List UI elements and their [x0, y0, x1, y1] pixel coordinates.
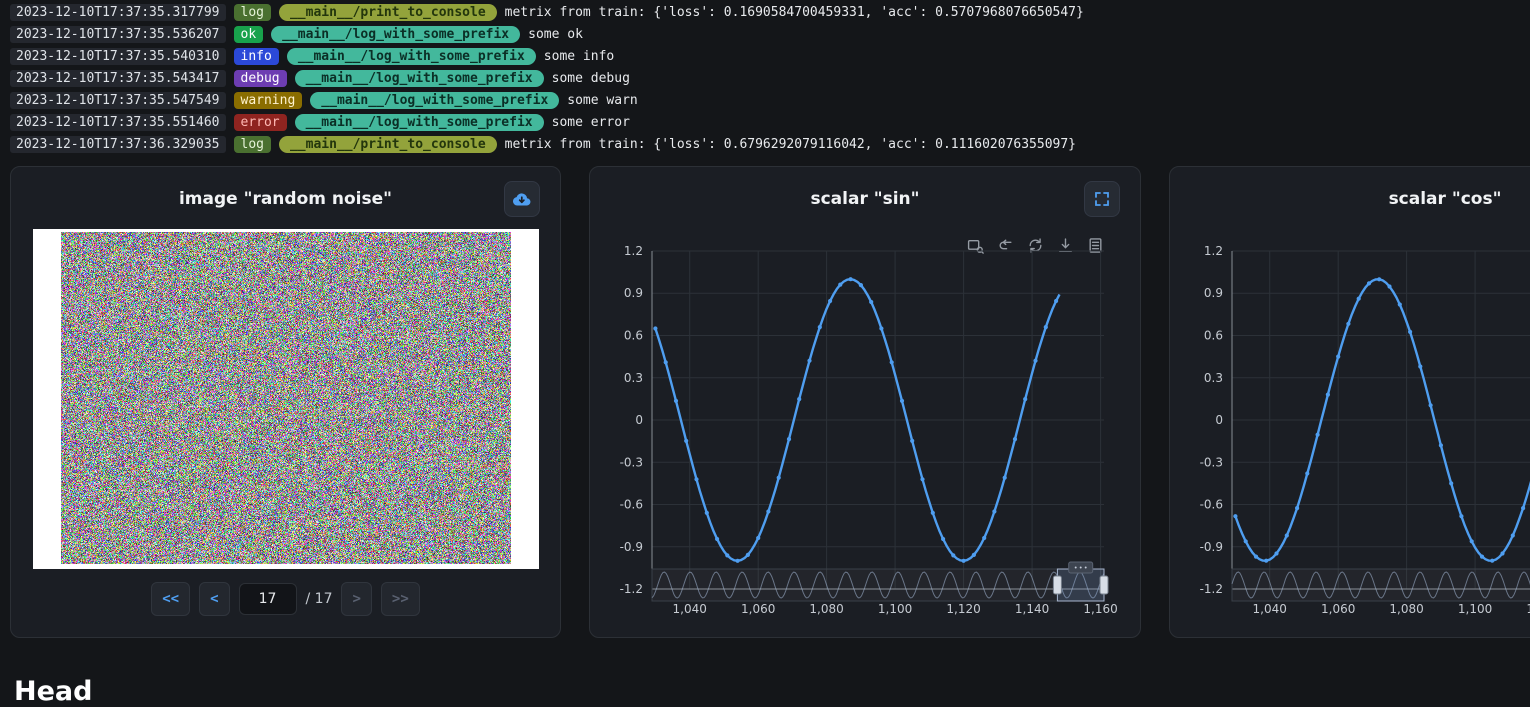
log-message: metrix from train: {'loss': 0.1690584700… — [505, 5, 1084, 20]
log-message: some info — [544, 49, 614, 64]
log-row: 2023-12-10T17:37:35.543417 debug __main_… — [10, 70, 1530, 87]
log-source-badge: __main__/print_to_console — [279, 4, 497, 21]
log-row: 2023-12-10T17:37:35.317799 log __main__/… — [10, 4, 1530, 21]
widget-row: image "random noise" << < / 17 > >> scal… — [0, 158, 1530, 638]
log-source-badge: __main__/log_with_some_prefix — [310, 92, 559, 109]
svg-text:1,060: 1,060 — [1321, 602, 1355, 616]
svg-text:1,080: 1,080 — [1389, 602, 1423, 616]
page-total-label: / 17 — [306, 591, 333, 607]
svg-text:-0.9: -0.9 — [1200, 540, 1223, 554]
log-source-badge: __main__/log_with_some_prefix — [287, 48, 536, 65]
svg-text:1,100: 1,100 — [878, 602, 912, 616]
svg-text:1.2: 1.2 — [1204, 244, 1223, 258]
svg-text:1,120: 1,120 — [1526, 602, 1530, 616]
log-level-badge: log — [234, 4, 271, 21]
sin-chart-title: scalar "sin" — [590, 167, 1140, 209]
log-row: 2023-12-10T17:37:35.547549 warning __mai… — [10, 92, 1530, 109]
log-timestamp: 2023-12-10T17:37:35.317799 — [10, 4, 226, 21]
log-timestamp: 2023-12-10T17:37:35.547549 — [10, 92, 226, 109]
svg-text:0.9: 0.9 — [624, 286, 643, 300]
svg-text:-0.3: -0.3 — [620, 455, 643, 469]
log-level-badge: info — [234, 48, 279, 65]
page-number-input[interactable] — [239, 583, 297, 615]
fullscreen-icon — [1093, 190, 1111, 208]
svg-text:1,040: 1,040 — [1253, 602, 1287, 616]
log-level-badge: error — [234, 114, 287, 131]
svg-text:0.9: 0.9 — [1204, 286, 1223, 300]
log-level-badge: warning — [234, 92, 303, 109]
svg-text:1,120: 1,120 — [946, 602, 980, 616]
svg-text:0.6: 0.6 — [1204, 329, 1223, 343]
log-level-badge: log — [234, 136, 271, 153]
log-timestamp: 2023-12-10T17:37:35.540310 — [10, 48, 226, 65]
prev-page-button[interactable]: < — [199, 582, 229, 616]
log-timestamp: 2023-12-10T17:37:35.536207 — [10, 26, 226, 43]
log-level-badge: debug — [234, 70, 287, 87]
svg-text:-0.3: -0.3 — [1200, 455, 1223, 469]
noise-image-frame — [33, 229, 539, 569]
first-page-button[interactable]: << — [151, 582, 190, 616]
svg-text:1,040: 1,040 — [673, 602, 707, 616]
svg-text:1,140: 1,140 — [1015, 602, 1049, 616]
log-message: some warn — [567, 93, 637, 108]
svg-text:-0.6: -0.6 — [620, 498, 643, 512]
log-level-badge: ok — [234, 26, 264, 43]
log-message: some error — [552, 115, 630, 130]
cos-chart-title: scalar "cos" — [1170, 167, 1530, 209]
download-image-button[interactable] — [504, 181, 540, 217]
svg-text:-0.6: -0.6 — [1200, 498, 1223, 512]
log-message: metrix from train: {'loss': 0.6796292079… — [505, 137, 1076, 152]
noise-image — [61, 232, 511, 564]
svg-text:-1.2: -1.2 — [1200, 582, 1223, 596]
log-message: some ok — [528, 27, 583, 42]
log-source-badge: __main__/print_to_console — [279, 136, 497, 153]
log-timestamp: 2023-12-10T17:37:35.543417 — [10, 70, 226, 87]
scalar-cos-card: scalar "cos" 1.20. — [1169, 166, 1530, 638]
svg-text:1,100: 1,100 — [1458, 602, 1492, 616]
svg-text:-1.2: -1.2 — [620, 582, 643, 596]
image-card-title: image "random noise" — [11, 167, 560, 209]
sin-line-chart[interactable]: 1.2 0.9 0.6 0.3 0 -0.3 -0.6 -0.9 -1.2 1,040 1,060 1… — [592, 247, 1104, 619]
image-pagination: << < / 17 > >> — [11, 582, 560, 616]
svg-text:0.3: 0.3 — [624, 371, 643, 385]
svg-text:1.2: 1.2 — [624, 244, 643, 258]
log-row: 2023-12-10T17:37:36.329035 log __main__/… — [10, 136, 1530, 153]
log-timestamp: 2023-12-10T17:37:36.329035 — [10, 136, 226, 153]
svg-text:0: 0 — [635, 413, 643, 427]
log-source-badge: __main__/log_with_some_prefix — [295, 70, 544, 87]
image-card: image "random noise" << < / 17 > >> — [10, 166, 561, 638]
fullscreen-button[interactable] — [1084, 181, 1120, 217]
next-page-button[interactable]: > — [341, 582, 371, 616]
log-row: 2023-12-10T17:37:35.551460 error __main_… — [10, 114, 1530, 131]
log-timestamp: 2023-12-10T17:37:35.551460 — [10, 114, 226, 131]
log-source-badge: __main__/log_with_some_prefix — [295, 114, 544, 131]
log-message: some debug — [552, 71, 630, 86]
svg-text:1,060: 1,060 — [741, 602, 775, 616]
log-row: 2023-12-10T17:37:35.540310 info __main__… — [10, 48, 1530, 65]
svg-text:1,080: 1,080 — [809, 602, 843, 616]
scalar-sin-card: scalar "sin" 1.20. — [589, 166, 1141, 638]
svg-text:1,160: 1,160 — [1083, 602, 1117, 616]
cloud-download-icon — [511, 190, 533, 208]
cos-line-chart[interactable]: 1.2 0.9 0.6 0.3 0 -0.3 -0.6 -0.9 -1.2 1,040 1,060 1… — [1172, 247, 1530, 619]
svg-text:0.6: 0.6 — [624, 329, 643, 343]
log-row: 2023-12-10T17:37:35.536207 ok __main__/l… — [10, 26, 1530, 43]
log-console: 2023-12-10T17:37:35.317799 log __main__/… — [0, 0, 1530, 153]
svg-text:0: 0 — [1215, 413, 1223, 427]
section-heading-partial: Head — [14, 676, 92, 707]
last-page-button[interactable]: >> — [381, 582, 420, 616]
svg-text:0.3: 0.3 — [1204, 371, 1223, 385]
log-source-badge: __main__/log_with_some_prefix — [271, 26, 520, 43]
svg-text:-0.9: -0.9 — [620, 540, 643, 554]
